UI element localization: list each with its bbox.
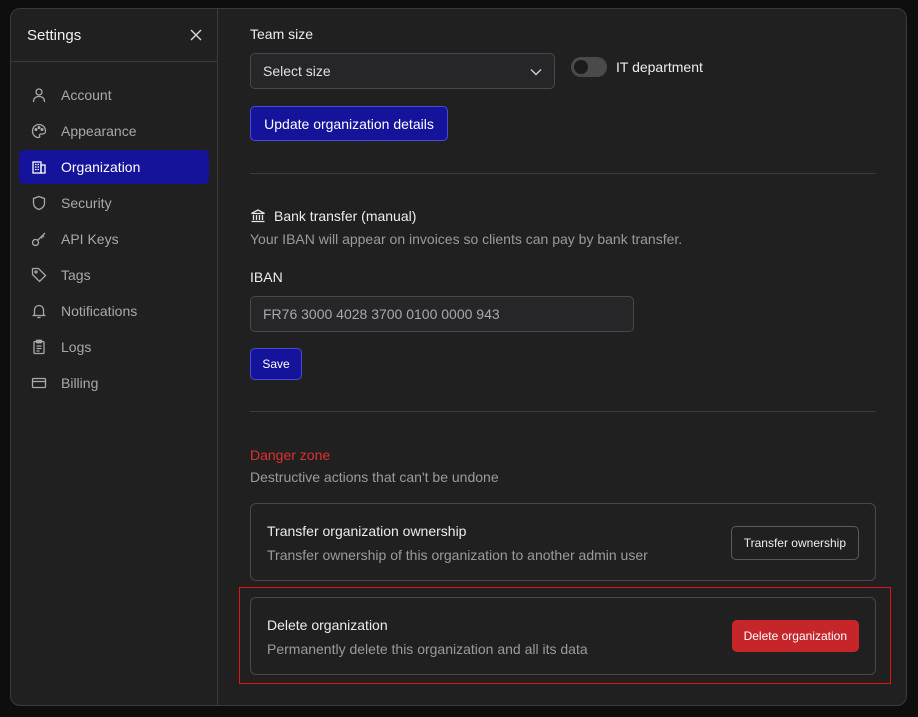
shield-icon: [31, 195, 47, 211]
it-department-label: IT department: [616, 59, 703, 75]
sidebar-item-security[interactable]: Security: [19, 186, 209, 220]
bank-icon: [250, 208, 266, 224]
palette-icon: [31, 123, 47, 139]
building-icon: [31, 159, 47, 175]
sidebar-item-logs[interactable]: Logs: [19, 330, 209, 364]
bank-transfer-title: Bank transfer (manual): [274, 208, 417, 224]
transfer-ownership-button[interactable]: Transfer ownership: [730, 526, 859, 560]
sidebar-item-label: Appearance: [61, 123, 137, 139]
sidebar-item-label: Account: [61, 87, 112, 103]
sidebar-item-notifications[interactable]: Notifications: [19, 294, 209, 328]
key-icon: [31, 231, 47, 247]
update-organization-button[interactable]: Update organization details: [250, 106, 448, 141]
sidebar-item-appearance[interactable]: Appearance: [19, 114, 209, 148]
iban-input[interactable]: FR76 3000 4028 3700 0100 0000 943: [250, 296, 634, 332]
highlight-box: [239, 587, 891, 684]
danger-zone-title: Danger zone: [250, 447, 331, 463]
sidebar-item-label: Logs: [61, 339, 92, 355]
iban-value: FR76 3000 4028 3700 0100 0000 943: [263, 306, 500, 322]
sidebar-item-label: Billing: [61, 375, 99, 391]
team-size-select[interactable]: Select size: [250, 53, 555, 89]
sidebar-item-api-keys[interactable]: API Keys: [19, 222, 209, 256]
sidebar-item-label: API Keys: [61, 231, 119, 247]
credit-card-icon: [31, 375, 47, 391]
bell-icon: [31, 303, 47, 319]
bank-transfer-description: Your IBAN will appear on invoices so cli…: [250, 231, 683, 247]
sidebar-title: Settings: [27, 26, 82, 44]
transfer-ownership-description: Transfer ownership of this organization …: [267, 547, 648, 563]
sidebar-item-label: Notifications: [61, 303, 138, 319]
divider: [250, 173, 876, 174]
divider: [250, 411, 876, 412]
tag-icon: [31, 267, 47, 283]
close-icon[interactable]: [185, 24, 207, 46]
sidebar-item-label: Security: [61, 195, 112, 211]
sidebar-header: Settings: [11, 9, 217, 62]
sidebar-item-label: Tags: [61, 267, 91, 283]
team-size-label: Team size: [250, 26, 314, 42]
clipboard-icon: [31, 339, 47, 355]
sidebar: Settings Account Appearance Organization…: [11, 9, 218, 705]
iban-label: IBAN: [250, 269, 283, 285]
save-button[interactable]: Save: [250, 348, 302, 380]
sidebar-item-label: Organization: [61, 159, 141, 175]
transfer-ownership-card: Transfer organization ownership Transfer…: [250, 503, 876, 581]
sidebar-item-organization[interactable]: Organization: [19, 150, 209, 184]
sidebar-item-account[interactable]: Account: [19, 78, 209, 112]
sidebar-item-tags[interactable]: Tags: [19, 258, 209, 292]
toggle-knob: [574, 60, 588, 74]
it-department-toggle[interactable]: [571, 57, 607, 77]
sidebar-nav: Account Appearance Organization Security…: [11, 62, 217, 400]
danger-zone-description: Destructive actions that can't be undone: [250, 469, 499, 485]
transfer-ownership-title: Transfer organization ownership: [267, 523, 467, 539]
user-icon: [31, 87, 47, 103]
sidebar-item-billing[interactable]: Billing: [19, 366, 209, 400]
chevron-down-icon: [530, 63, 542, 79]
team-size-value: Select size: [263, 63, 331, 79]
